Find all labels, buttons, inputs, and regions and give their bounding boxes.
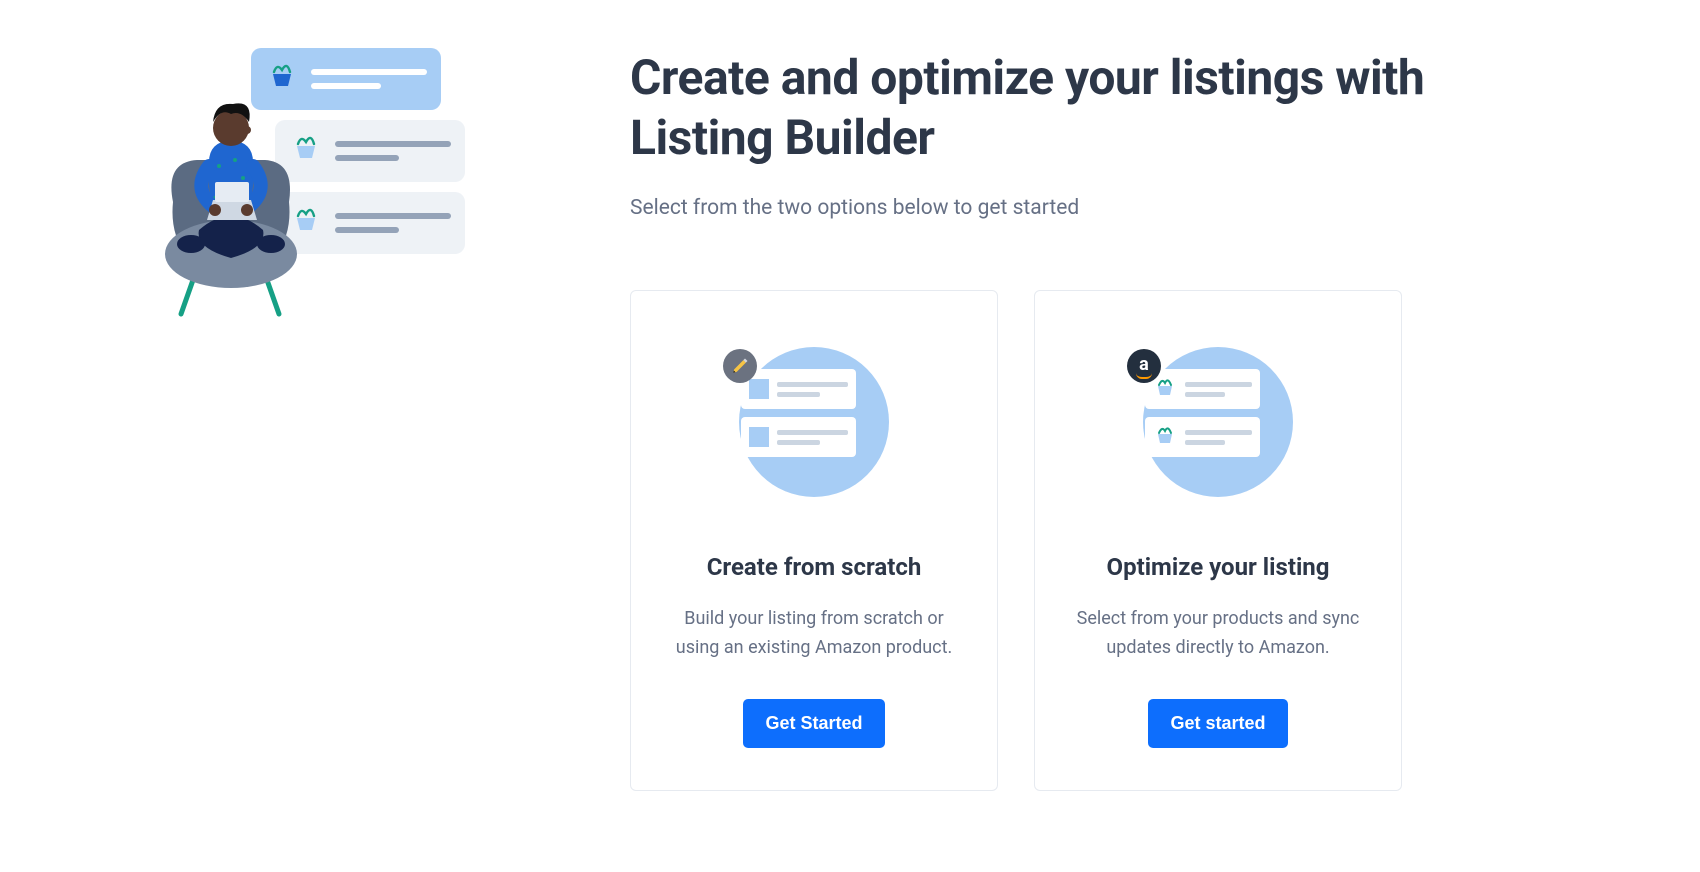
card-illustration: a bbox=[1133, 337, 1303, 507]
card-title: Optimize your listing bbox=[1107, 553, 1330, 581]
card-description: Select from your products and sync updat… bbox=[1068, 605, 1368, 663]
plant-icon bbox=[1153, 377, 1177, 401]
page-subtitle: Select from the two options below to get… bbox=[630, 196, 1440, 220]
get-started-scratch-button[interactable]: Get Started bbox=[743, 699, 884, 748]
amazon-icon: a bbox=[1127, 349, 1161, 383]
card-title: Create from scratch bbox=[707, 553, 922, 581]
plant-icon bbox=[1153, 425, 1177, 449]
card-optimize-listing: a Optimize your listing Select from your… bbox=[1034, 290, 1402, 791]
option-cards: Create from scratch Build your listing f… bbox=[630, 290, 1440, 791]
hero-illustration bbox=[0, 0, 630, 872]
person-illustration bbox=[135, 62, 335, 322]
page-title: Create and optimize your listings with L… bbox=[630, 48, 1440, 168]
card-illustration bbox=[729, 337, 899, 507]
card-create-from-scratch: Create from scratch Build your listing f… bbox=[630, 290, 998, 791]
get-started-optimize-button[interactable]: Get started bbox=[1148, 699, 1287, 748]
card-description: Build your listing from scratch or using… bbox=[664, 605, 964, 663]
pencil-icon bbox=[723, 349, 757, 383]
